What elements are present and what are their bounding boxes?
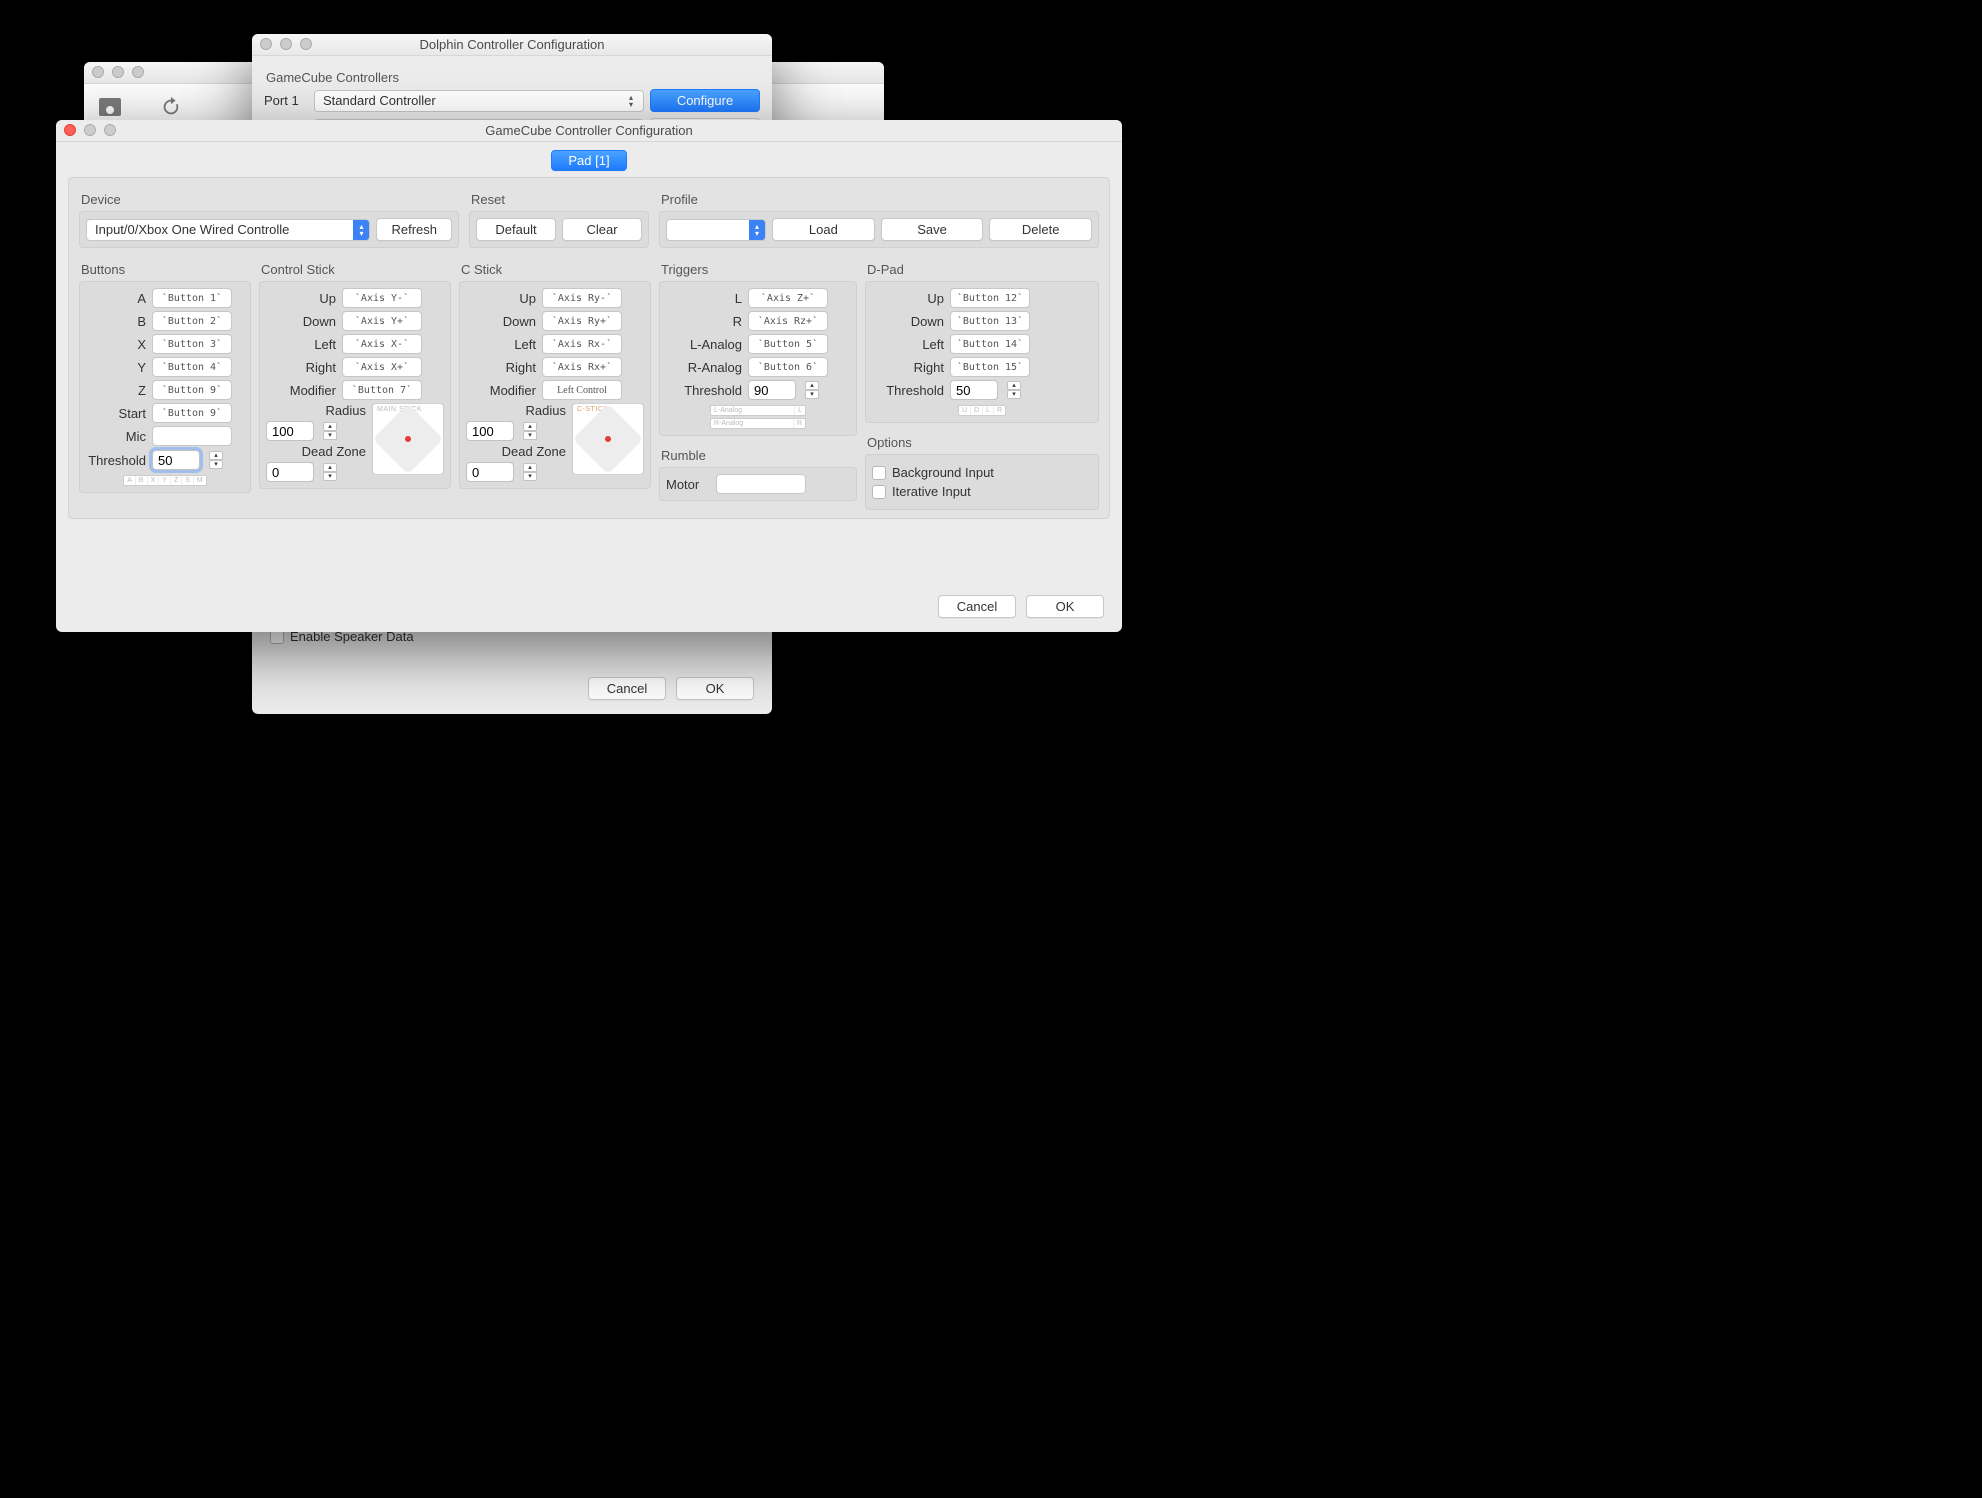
mainstick-left-bind[interactable]: `Axis X-` (342, 334, 422, 354)
traffic-lights (92, 66, 144, 78)
cstick-right-bind[interactable]: `Axis Rx+` (542, 357, 622, 377)
close-icon[interactable] (64, 124, 76, 136)
mainstick-right-bind[interactable]: `Axis X+` (342, 357, 422, 377)
window-title: GameCube Controller Configuration (56, 123, 1122, 138)
cstick-mod-bind[interactable]: Left Control (542, 380, 622, 400)
chevron-updown-icon: ▴▾ (353, 220, 369, 240)
minimize-icon[interactable] (112, 66, 124, 78)
close-icon[interactable] (92, 66, 104, 78)
trigger-status2: R-AnalogR (710, 418, 806, 429)
buttons-mic-bind[interactable] (152, 426, 232, 446)
port1-configure-button[interactable]: Configure (650, 89, 760, 112)
cstick-deadzone-input[interactable] (466, 462, 514, 482)
reset-label: Reset (471, 192, 649, 207)
control-stick-title: Control Stick (261, 262, 451, 277)
options-title: Options (867, 435, 1099, 450)
port1-label: Port 1 (264, 93, 308, 108)
device-label: Device (81, 192, 459, 207)
cancel-button[interactable]: Cancel (588, 677, 666, 700)
profile-load-button[interactable]: Load (772, 218, 875, 241)
buttons-z-bind[interactable]: `Button 9` (152, 380, 232, 400)
ok-button[interactable]: OK (676, 677, 754, 700)
mainstick-mod-bind[interactable]: `Button 7` (342, 380, 422, 400)
traffic-lights (64, 124, 116, 136)
profile-save-button[interactable]: Save (881, 218, 984, 241)
stepper-icon[interactable]: ▴▾ (323, 422, 337, 440)
port1-select[interactable]: Standard Controller ▴▾ (314, 90, 644, 112)
buttons-threshold-input[interactable] (152, 450, 200, 470)
iterative-input-checkbox[interactable]: Iterative Input (872, 484, 1092, 499)
cancel-button[interactable]: Cancel (938, 595, 1016, 618)
trigger-r-bind[interactable]: `Axis Rz+` (748, 311, 828, 331)
gamecube-controller-config-window: GameCube Controller Configuration Pad [1… (56, 120, 1122, 632)
dpad-title: D-Pad (867, 262, 1099, 277)
device-select[interactable]: Input/0/Xbox One Wired Controlle ▴▾ (86, 219, 370, 241)
buttons-a-bind[interactable]: `Button 1` (152, 288, 232, 308)
minimize-icon[interactable] (84, 124, 96, 136)
trigger-l-bind[interactable]: `Axis Z+` (748, 288, 828, 308)
mainstick-down-bind[interactable]: `Axis Y+` (342, 311, 422, 331)
mainstick-deadzone-input[interactable] (266, 462, 314, 482)
section-gamecube-controllers: GameCube Controllers (266, 70, 760, 85)
buttons-y-bind[interactable]: `Button 4` (152, 357, 232, 377)
triggers-threshold-input[interactable] (748, 380, 796, 400)
c-stick-title: C Stick (461, 262, 651, 277)
stepper-icon[interactable]: ▴▾ (209, 451, 223, 469)
trigger-ra-bind[interactable]: `Button 6` (748, 357, 828, 377)
trigger-la-bind[interactable]: `Button 5` (748, 334, 828, 354)
dpad-right-bind[interactable]: `Button 15` (950, 357, 1030, 377)
dpad-status: UDLR (958, 405, 1006, 416)
zoom-icon[interactable] (104, 124, 116, 136)
buttons-b-bind[interactable]: `Button 2` (152, 311, 232, 331)
stepper-icon[interactable]: ▴▾ (805, 381, 819, 399)
device-refresh-button[interactable]: Refresh (376, 218, 452, 241)
window-title: Dolphin Controller Configuration (252, 37, 772, 52)
reset-clear-button[interactable]: Clear (562, 218, 642, 241)
dpad-threshold-input[interactable] (950, 380, 998, 400)
buttons-title: Buttons (81, 262, 251, 277)
mainstick-up-bind[interactable]: `Axis Y-` (342, 288, 422, 308)
tab-pad1[interactable]: Pad [1] (551, 150, 626, 171)
stepper-icon[interactable]: ▴▾ (1007, 381, 1021, 399)
stepper-icon[interactable]: ▴▾ (323, 463, 337, 481)
minimize-icon[interactable] (280, 38, 292, 50)
mainstick-visualizer: MAIN STICK (372, 403, 444, 475)
reset-default-button[interactable]: Default (476, 218, 556, 241)
close-icon[interactable] (260, 38, 272, 50)
buttons-status: ABXYZSM (123, 475, 206, 486)
trigger-status1: L-AnalogL (710, 405, 806, 416)
mainstick-radius-input[interactable] (266, 421, 314, 441)
stepper-icon[interactable]: ▴▾ (523, 422, 537, 440)
triggers-title: Triggers (661, 262, 857, 277)
zoom-icon[interactable] (132, 66, 144, 78)
profile-delete-button[interactable]: Delete (989, 218, 1092, 241)
traffic-lights (260, 38, 312, 50)
rumble-motor-bind[interactable] (716, 474, 806, 494)
cstick-visualizer: C-STICK (572, 403, 644, 475)
profile-select[interactable]: ▴▾ (666, 219, 766, 241)
buttons-start-bind[interactable]: `Button 9` (152, 403, 232, 423)
chevron-updown-icon: ▴▾ (623, 94, 639, 108)
stepper-icon[interactable]: ▴▾ (523, 463, 537, 481)
dpad-up-bind[interactable]: `Button 12` (950, 288, 1030, 308)
cstick-radius-input[interactable] (466, 421, 514, 441)
cstick-up-bind[interactable]: `Axis Ry-` (542, 288, 622, 308)
cstick-down-bind[interactable]: `Axis Ry+` (542, 311, 622, 331)
buttons-x-bind[interactable]: `Button 3` (152, 334, 232, 354)
dpad-down-bind[interactable]: `Button 13` (950, 311, 1030, 331)
rumble-title: Rumble (661, 448, 857, 463)
dpad-left-bind[interactable]: `Button 14` (950, 334, 1030, 354)
zoom-icon[interactable] (300, 38, 312, 50)
cstick-left-bind[interactable]: `Axis Rx-` (542, 334, 622, 354)
background-input-checkbox[interactable]: Background Input (872, 465, 1092, 480)
chevron-updown-icon: ▴▾ (749, 220, 765, 240)
ok-button[interactable]: OK (1026, 595, 1104, 618)
profile-label: Profile (661, 192, 1099, 207)
